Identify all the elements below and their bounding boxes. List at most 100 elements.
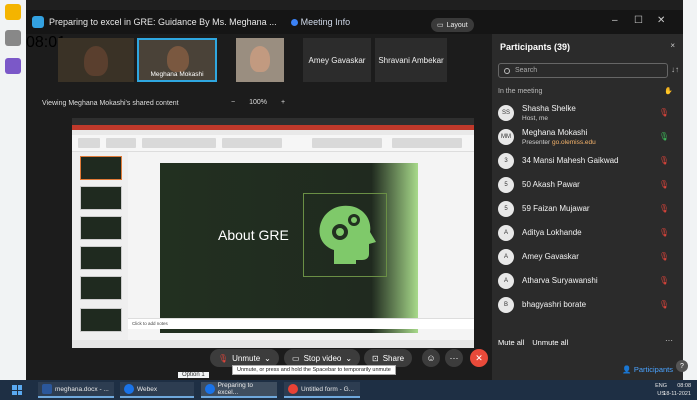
participant-name: 34 Mansi Mahesh Gaikwad [522, 156, 619, 165]
active-speaker-tile[interactable]: Meghana Mokashi [137, 38, 217, 82]
speaker-name: Meghana Mokashi [150, 71, 204, 78]
mic-muted-icon[interactable]: 🎙 [659, 108, 669, 117]
layout-button[interactable]: ▭ Layout [431, 18, 474, 32]
taskbar-item-label: Preparing to excel... [217, 382, 253, 396]
mic-muted-icon[interactable]: 🎙 [659, 156, 669, 165]
meeting-info-label: Meeting Info [300, 17, 351, 27]
sort-button[interactable]: ↓↑ [671, 65, 679, 74]
in-meeting-label: In the meeting [498, 88, 543, 95]
share-label: Share [382, 353, 405, 363]
mic-muted-icon[interactable]: 🎙 [659, 180, 669, 189]
video-tile[interactable] [236, 38, 284, 82]
participant-row[interactable]: SS Shasha Shelke Host, me 🎙 [498, 102, 673, 126]
help-icon[interactable]: ? [676, 360, 688, 372]
participant-row[interactable]: A Aditya Lokhande 🎙 [498, 222, 673, 246]
smile-icon: ☺ [426, 353, 436, 363]
participant-strip: Meghana Mokashi Amey Gavaskar Shravani A… [26, 34, 471, 96]
chevron-down-icon: ⌄ [345, 353, 353, 363]
participant-row[interactable]: 5 59 Faizan Mujawar 🎙 [498, 198, 673, 222]
participant-name: Atharva Suryawanshi [522, 276, 598, 285]
participant-role: Host, me [522, 115, 549, 122]
mic-on-icon[interactable]: 🎙 [659, 132, 669, 141]
participant-role-line: Presenter go.olemiss.edu [522, 139, 596, 146]
mic-muted-icon[interactable]: 🎙 [659, 276, 669, 285]
screen: Preparing to excel in GRE: Guidance By M… [0, 0, 697, 400]
avatar: A [498, 249, 514, 265]
meeting-title: Preparing to excel in GRE: Guidance By M… [49, 17, 277, 27]
taskbar-item[interactable]: Untitled form - G... [284, 382, 360, 398]
close-window-button[interactable]: ✕ [657, 15, 665, 26]
taskbar-item[interactable]: Webex [120, 382, 194, 398]
participants-toggle-button[interactable]: 👤 Participants [622, 365, 673, 374]
zoom-out-button[interactable]: − [231, 99, 235, 106]
name-tile[interactable]: Amey Gavaskar [303, 38, 371, 82]
viewing-label: Viewing Meghana Mokashi's shared content [42, 100, 179, 107]
participant-name: Amey Gavaskar [522, 252, 579, 261]
clock-date: 18-11-2021 [663, 391, 691, 397]
participant-row[interactable]: A Atharva Suryawanshi 🎙 [498, 270, 673, 294]
word-icon [42, 384, 52, 394]
slide-thumbnails [72, 152, 128, 340]
taskbar-item-label: Untitled form - G... [301, 385, 355, 393]
participant-role: Presenter [522, 139, 551, 146]
participant-video [84, 46, 108, 76]
windows-start-icon[interactable] [12, 385, 22, 395]
participant-row[interactable]: 3 34 Mansi Mahesh Gaikwad 🎙 [498, 150, 673, 174]
more-controls-button[interactable]: ··· [445, 349, 463, 367]
leave-meeting-button[interactable]: ✕ [470, 349, 488, 367]
avatar: A [498, 225, 514, 241]
layout-icon: ▭ [437, 22, 444, 29]
app-icon[interactable] [5, 58, 21, 74]
mute-all-button[interactable]: Mute all [498, 338, 524, 347]
mic-muted-icon[interactable]: 🎙 [659, 204, 669, 213]
participant-row[interactable]: 5 50 Akash Pawar 🎙 [498, 174, 673, 198]
minimize-button[interactable]: – [612, 15, 618, 26]
participant-name: 59 Faizan Mujawar [522, 204, 590, 213]
participants-toggle-label: Participants [633, 365, 673, 374]
participant-row[interactable]: B bhagyashri borate 🎙 [498, 294, 673, 318]
zoom-in-button[interactable]: + [281, 99, 285, 106]
windows-taskbar: meghana.docx - ... Webex Preparing to ex… [0, 380, 697, 400]
participant-row[interactable]: A Amey Gavaskar 🎙 [498, 246, 673, 270]
video-tile[interactable] [58, 38, 134, 82]
reactions-button[interactable]: ☺ [422, 349, 440, 367]
chevron-down-icon: ⌄ [264, 353, 271, 363]
slide-thumbnail [80, 246, 122, 270]
slide-notes: Click to add notes [128, 318, 474, 329]
more-options-button[interactable]: ··· [665, 336, 673, 345]
taskbar-item[interactable]: meghana.docx - ... [38, 382, 114, 398]
mic-muted-icon[interactable]: 🎙 [659, 228, 669, 237]
back-arrow-icon[interactable] [5, 30, 21, 46]
participant-name: Aditya Lokhande [522, 228, 582, 237]
unmute-all-button[interactable]: Unmute all [532, 338, 568, 347]
participant-name: bhagyashri borate [522, 300, 587, 309]
panel-title: Participants (39) [500, 42, 571, 52]
name-tile[interactable]: Shravani Ambekar [375, 38, 447, 82]
unmute-label: Unmute [232, 353, 261, 363]
webex-logo-icon [32, 16, 44, 28]
slide-thumbnail [80, 216, 122, 240]
system-clock[interactable]: 08:08 18-11-2021 [663, 382, 691, 398]
maximize-button[interactable]: ☐ [634, 15, 643, 26]
participant-search-input[interactable]: Search [498, 63, 668, 78]
ppt-ribbon [72, 135, 474, 152]
participants-icon: 👤 [622, 365, 632, 374]
taskbar-item[interactable]: Preparing to excel... [201, 382, 277, 398]
participant-org: go.olemiss.edu [552, 139, 596, 146]
avatar: 5 [498, 177, 514, 193]
close-panel-button[interactable]: × [670, 41, 675, 50]
meeting-info-button[interactable]: Meeting Info [290, 17, 351, 27]
ribbon-group [142, 138, 216, 148]
avatar: 5 [498, 201, 514, 217]
browser-tab-icon[interactable] [5, 4, 21, 20]
ribbon-group [222, 138, 282, 148]
ribbon-group [106, 138, 136, 148]
title-bar: Preparing to excel in GRE: Guidance By M… [26, 10, 683, 34]
head-gears-icon [319, 205, 376, 264]
participant-row[interactable]: MM Meghana Mokashi Presenter go.olemiss.… [498, 126, 673, 150]
mic-muted-icon[interactable]: 🎙 [659, 252, 669, 261]
shared-content[interactable]: About GRE Click to add notes [72, 118, 474, 348]
mic-muted-icon[interactable]: 🎙 [659, 300, 669, 309]
zoom-level: 100% [249, 99, 267, 106]
taskbar-item-label: meghana.docx - ... [55, 385, 109, 393]
